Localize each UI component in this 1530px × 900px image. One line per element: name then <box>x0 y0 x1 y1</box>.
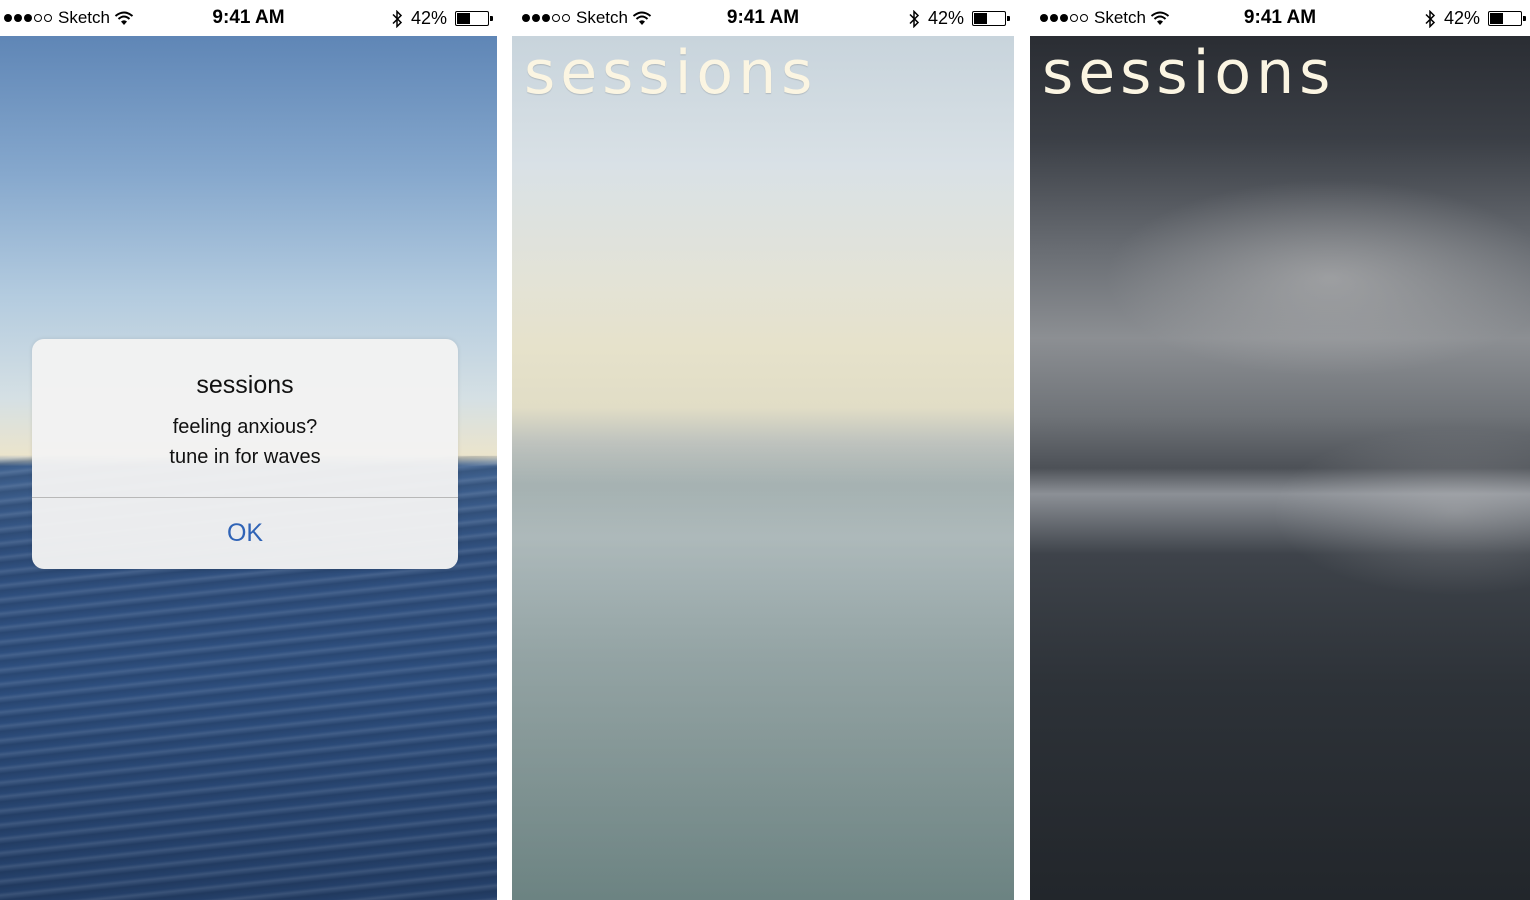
alert-message-line-2: tune in for waves <box>169 446 321 468</box>
alert-dialog: sessions feeling anxious? tune in for wa… <box>32 339 458 569</box>
alert-title: sessions <box>196 371 294 399</box>
alert-message: feeling anxious? tune in for waves <box>32 412 458 472</box>
bluetooth-icon <box>1425 9 1436 28</box>
phone-screen-3: Sketch 9:41 AM 42% sessions <box>1030 0 1530 900</box>
battery-percent: 42% <box>1443 8 1480 28</box>
battery-percent: 42% <box>410 8 447 28</box>
status-right: 42% <box>391 8 493 29</box>
bluetooth-icon <box>392 9 403 28</box>
hazy-sea-background <box>512 36 1014 900</box>
status-right: 42% <box>908 8 1010 29</box>
app-wordmark: sessions <box>524 38 818 108</box>
battery-percent: 42% <box>927 8 964 28</box>
phone-screen-2: Sketch 9:41 AM 42% sessions <box>512 0 1014 900</box>
status-bar: Sketch 9:41 AM 42% <box>1030 0 1530 36</box>
battery-icon <box>972 11 1010 26</box>
alert-message-line-1: feeling anxious? <box>172 416 318 438</box>
phone-screen-1: Sketch 9:41 AM 42% sessions feeling anxi… <box>0 0 497 900</box>
bluetooth-icon <box>909 9 920 28</box>
battery-icon <box>455 11 493 26</box>
battery-icon <box>1488 11 1526 26</box>
status-bar: Sketch 9:41 AM 42% <box>0 0 497 36</box>
ok-button[interactable]: OK <box>32 498 458 569</box>
app-wordmark: sessions <box>1042 38 1336 108</box>
stormy-sea-background <box>1030 36 1530 900</box>
status-right: 42% <box>1424 8 1526 29</box>
status-bar: Sketch 9:41 AM 42% <box>512 0 1014 36</box>
